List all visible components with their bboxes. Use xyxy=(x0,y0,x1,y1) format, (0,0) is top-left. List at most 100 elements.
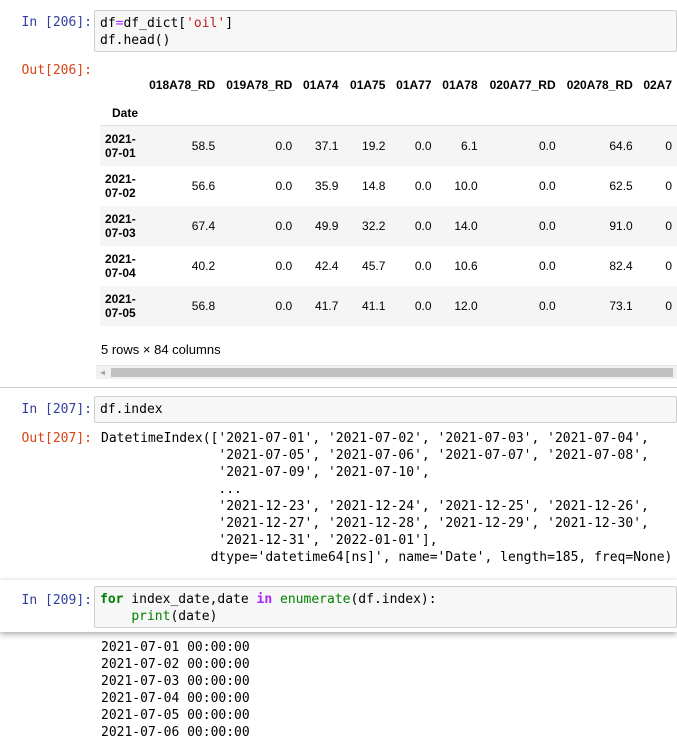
table-cell: 64.6 xyxy=(609,139,633,153)
table-cell: 41.7 xyxy=(315,299,339,313)
table-cell: 56.8 xyxy=(191,299,216,313)
table-cell: 49.9 xyxy=(315,219,339,233)
table-cell: 0.0 xyxy=(538,219,556,233)
table-cell: 35.9 xyxy=(315,179,339,193)
cell-207-code-editor[interactable]: df.index xyxy=(94,396,677,423)
table-cell: 67.4 xyxy=(191,219,216,233)
output-line: 2021-07-05 00:00:00 xyxy=(101,708,250,723)
cell-206-in-prompt: In [206]: xyxy=(21,15,92,30)
table-cell: 37.1 xyxy=(315,139,339,153)
horizontal-scrollbar[interactable]: ◀ xyxy=(96,365,677,379)
row-index-date: 2021- 07-01 xyxy=(105,132,136,160)
table-cell: 62.5 xyxy=(609,179,633,193)
scrollbar-thumb[interactable] xyxy=(111,368,673,377)
cell-206-out-prompt: Out[206]: xyxy=(21,63,92,78)
table-cell: 0 xyxy=(665,219,672,233)
table-row: 2021- 07-04 40.2 0.0 42.4 45.7 0.0 10.6 0.0 82.4 0 xyxy=(100,246,677,286)
output-line: '2021-12-23', '2021-12-24', '2021-12-25'… xyxy=(101,499,649,514)
table-row: 2021- 07-02 56.6 0.0 35.9 14.8 0.0 10.0 0.0 62.5 0 xyxy=(100,166,677,206)
table-cell: 45.7 xyxy=(362,259,386,273)
dataframe-body: 2021- 07-01 58.5 0.0 37.1 19.2 0.0 6.1 0.0 64.6 0 2… xyxy=(100,125,677,326)
column-header: 01A77 xyxy=(396,78,432,92)
output-line: '2021-12-27', '2021-12-28', '2021-12-29'… xyxy=(101,516,649,531)
table-cell: 42.4 xyxy=(315,259,339,273)
table-cell: 14.0 xyxy=(454,219,478,233)
table-cell: 0.0 xyxy=(538,299,556,313)
index-corner xyxy=(100,70,149,100)
output-line: 2021-07-02 00:00:00 xyxy=(101,657,250,672)
index-name-header: Date xyxy=(112,105,139,120)
table-cell: 0.0 xyxy=(414,299,432,313)
cell-207-in-prompt: In [207]: xyxy=(21,402,92,417)
cell-209-output: 2021-07-01 00:00:00 2021-07-02 00:00:00 20… xyxy=(101,639,250,741)
output-line: 2021-07-01 00:00:00 xyxy=(101,640,250,655)
table-cell: 0 xyxy=(665,179,672,193)
table-cell: 0.0 xyxy=(275,299,293,313)
table-cell: 6.1 xyxy=(460,139,478,153)
cell-209-code-editor[interactable]: for index_date,date in enumerate(df.inde… xyxy=(94,586,677,628)
table-cell: 14.8 xyxy=(362,179,386,193)
table-cell: 32.2 xyxy=(362,219,386,233)
cell-207-out-prompt: Out[207]: xyxy=(21,431,92,446)
dataframe-table: 018A78_RD 019A78_RD 01A74 01A75 01A77 01A78 02… xyxy=(100,70,677,326)
table-row: 2021- 07-01 58.5 0.0 37.1 19.2 0.0 6.1 0.0 64.6 0 xyxy=(100,125,677,166)
table-cell: 0.0 xyxy=(538,259,556,273)
table-cell: 91.0 xyxy=(609,219,633,233)
table-cell: 41.1 xyxy=(362,299,386,313)
cell-divider xyxy=(0,387,677,388)
table-cell: 0.0 xyxy=(414,139,432,153)
row-index-date: 2021- 07-04 xyxy=(105,252,136,280)
table-cell: 82.4 xyxy=(609,259,633,273)
column-header: 019A78_RD xyxy=(226,78,293,92)
table-cell: 56.6 xyxy=(191,179,216,193)
cell-207-code: df.index xyxy=(100,402,163,417)
output-line: 2021-07-04 00:00:00 xyxy=(101,691,250,706)
dataframe-output: 018A78_RD 019A78_RD 01A74 01A75 01A77 01A78 02… xyxy=(100,70,677,327)
table-cell: 19.2 xyxy=(362,139,386,153)
cell-206-code-editor[interactable]: df=df_dict['oil'] df.head() xyxy=(94,10,677,52)
output-line: dtype='datetime64[ns]', name='Date', len… xyxy=(101,550,673,565)
scroll-left-arrow-icon[interactable]: ◀ xyxy=(98,368,107,377)
table-cell: 10.6 xyxy=(454,259,478,273)
output-line: '2021-07-05', '2021-07-06', '2021-07-07'… xyxy=(101,448,649,463)
column-header: 01A75 xyxy=(350,78,386,92)
table-cell: 58.5 xyxy=(191,139,216,153)
table-cell: 0 xyxy=(665,299,672,313)
table-cell: 0.0 xyxy=(414,219,432,233)
column-header: 018A78_RD xyxy=(149,78,216,92)
table-cell: 0 xyxy=(665,139,672,153)
table-cell: 10.0 xyxy=(454,179,478,193)
table-cell: 0.0 xyxy=(538,179,556,193)
row-index-date: 2021- 07-05 xyxy=(105,292,136,320)
table-cell: 0.0 xyxy=(275,219,293,233)
cell-207-output: DatetimeIndex(['2021-07-01', '2021-07-02… xyxy=(101,430,672,566)
output-line: 2021-07-06 00:00:00 xyxy=(101,725,250,740)
column-header: 01A74 xyxy=(303,78,339,92)
table-cell: 12.0 xyxy=(454,299,478,313)
table-cell: 0.0 xyxy=(275,139,293,153)
cell-206-code: df=df_dict['oil'] df.head() xyxy=(100,16,234,48)
output-line: ... xyxy=(101,482,242,497)
output-line: '2021-12-31', '2022-01-01'], xyxy=(101,533,438,548)
dataframe-shape-text: 5 rows × 84 columns xyxy=(101,342,221,357)
row-index-date: 2021- 07-03 xyxy=(105,212,136,240)
table-cell: 0.0 xyxy=(414,259,432,273)
table-cell: 0.0 xyxy=(414,179,432,193)
table-row: 2021- 07-03 67.4 0.0 49.9 32.2 0.0 14.0 0.0 91.0 0 xyxy=(100,206,677,246)
output-line: 2021-07-03 00:00:00 xyxy=(101,674,250,689)
dataframe-header: 018A78_RD 019A78_RD 01A74 01A75 01A77 01A78 02… xyxy=(100,70,677,126)
column-header: 020A78_RD xyxy=(566,78,633,92)
cell-209-in-prompt: In [209]: xyxy=(21,593,92,608)
table-cell: 0.0 xyxy=(538,139,556,153)
table-cell: 40.2 xyxy=(191,259,216,273)
output-line: '2021-07-09', '2021-07-10', xyxy=(101,465,430,480)
table-cell: 0 xyxy=(665,259,672,273)
output-line: DatetimeIndex(['2021-07-01', '2021-07-02… xyxy=(101,431,649,446)
table-row: 2021- 07-05 56.8 0.0 41.7 41.1 0.0 12.0 0.0 73.1 0 xyxy=(100,286,677,326)
table-cell: 0.0 xyxy=(275,259,293,273)
table-cell: 0.0 xyxy=(275,179,293,193)
column-header: 020A77_RD xyxy=(489,78,556,92)
column-header: 02A7 xyxy=(643,78,672,92)
row-index-date: 2021- 07-02 xyxy=(105,172,136,200)
table-cell: 73.1 xyxy=(609,299,633,313)
